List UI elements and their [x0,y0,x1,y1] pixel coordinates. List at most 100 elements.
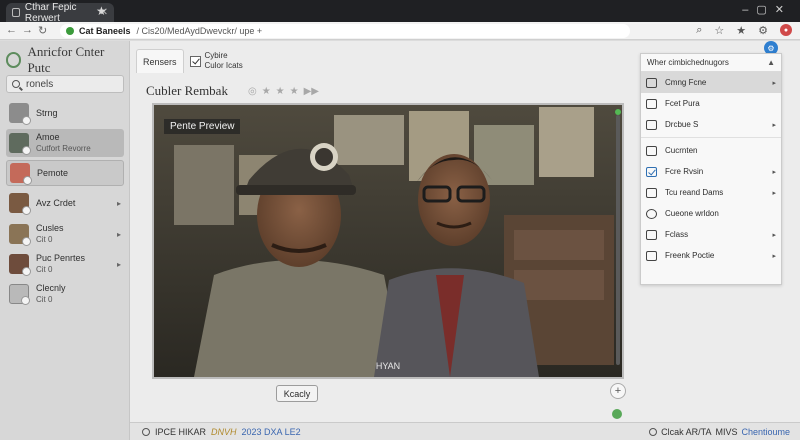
chevron-right-icon: ▸ [772,168,776,176]
url-host: Cat Baneels [79,26,131,36]
star-icon[interactable]: ★ [290,86,299,97]
status-indicator-icon [612,409,622,419]
image-icon [646,98,657,109]
forward-icon[interactable]: ▶▶ [304,86,319,97]
search-icon[interactable]: ⌕ [696,24,702,37]
chevron-right-icon: ▸ [772,121,776,129]
person-thumb [9,133,31,155]
sidebar-item-avz-crdet[interactable]: Avz Crdet ▸ [6,191,124,215]
content-tabs: Rensers Cybire Culor Icats [136,45,249,73]
url-path: / Cis20/MedAydDwevckr/ upe + [136,26,263,36]
sidebar-item-label: Avz Crdet [36,197,76,208]
sidebar-item-amoe[interactable]: Amoe Cutfort Revorre [6,129,124,157]
app-window: Anricfor Cnter Putc ronels Strng Amoe Cu… [0,41,800,440]
sidebar-item-label: Strng [36,107,58,118]
back-icon[interactable]: ← [6,24,17,36]
person-thumb [9,224,31,246]
menu-item-label: Tcu reand Dams [665,188,724,197]
cursor-icon [646,77,657,88]
brand: Anricfor Cnter Putc [6,44,126,75]
sidebar-item-pemote[interactable]: Pemote [6,160,124,186]
address-toolbar: ← → ↻ Cat Baneels / Cis20/MedAydDwevckr/… [0,22,800,40]
chevron-right-icon: ▸ [116,198,121,208]
sidebar-item-label: Amoe [36,132,60,142]
menu-item-freenk-poctie[interactable]: Freenk Poctie ▸ [641,245,781,266]
clock-icon [9,103,31,125]
chevron-up-icon[interactable]: ▲ [767,58,775,67]
tab-label: Cybire [204,51,228,60]
extensions-icon[interactable]: ⚙ [758,24,768,37]
bookmark-star-icon[interactable]: ☆ [714,24,724,37]
sidebar-item-clecnly[interactable]: Clecnly Cit 0 [6,281,124,307]
layers-icon [646,187,657,198]
globe-icon [646,208,657,219]
preview-scrollbar[interactable] [615,109,621,365]
menu-separator [641,137,781,138]
tab-cybire[interactable]: Cybire Culor Icats [184,49,249,73]
menu-item-drcbue[interactable]: Drcbue S ▸ [641,114,781,135]
sidebar-item-sub: Cit 0 [36,265,53,274]
sidebar-item-sub: Cit 0 [36,295,53,304]
rating-stars[interactable]: ◎ ★ ★ ★ ▶▶ [248,86,319,97]
chevron-right-icon: ▸ [772,79,776,87]
tab-label: Rensers [143,56,177,67]
menu-item-fcet-pura[interactable]: Fcet Pura [641,93,781,114]
chevron-right-icon: ▸ [772,189,776,197]
sidebar-item-strng[interactable]: Strng [6,101,124,125]
search-input[interactable]: ronels [6,75,124,93]
brand-name: Anricfor Cnter Putc [27,44,105,75]
zoom-in-button[interactable]: + [610,383,626,399]
calendar-icon [646,145,657,156]
reload-icon[interactable]: ↻ [38,24,47,37]
tab-rensers[interactable]: Rensers [136,49,184,73]
ready-button[interactable]: Kcacly [276,385,318,402]
sidebar: Anricfor Cnter Putc ronels Strng Amoe Cu… [0,41,130,440]
checkbox-icon[interactable] [189,55,201,67]
search-icon [12,80,20,88]
menu-item-cueone-wrldon[interactable]: Cueone wrldon [641,203,781,224]
star-icon[interactable]: ◎ [248,86,257,97]
menu-item-label: Cucrnten [665,146,698,155]
profile-avatar[interactable]: ● [780,24,792,36]
star-icon[interactable]: ★ [736,24,746,37]
search-value: ronels [26,78,54,90]
status-left-a: IPCE HIKAR [155,426,207,437]
sidebar-item-label: Pemote [37,167,69,178]
browser-tools: ⌕ ☆ ★ ⚙ ● [696,24,792,37]
browser-tabbar: Cthar Fepic Rerwert ✕ ★ –▢✕ [0,0,800,24]
chevron-right-icon: ▸ [116,259,121,269]
secure-icon [66,27,74,35]
new-tab-icon[interactable]: ★ [96,4,107,18]
sidebar-item-label: Clecnly [36,283,66,293]
gear-icon[interactable] [142,427,150,436]
status-left-c: 2023 DXA LE2 [241,426,301,437]
person-thumb [9,254,31,276]
menu-item-cucrnten[interactable]: Cucrnten [641,140,781,161]
menu-item-label: Fclass [665,230,689,239]
window-controls[interactable]: –▢✕ [742,3,792,16]
favicon-icon [12,8,20,17]
sidebar-item-cusles[interactable]: Cusles Cit 0 ▸ [6,221,124,247]
star-icon[interactable]: ★ [262,86,271,97]
sidebar-item-puc-penrtes[interactable]: Puc Penrtes Cit 0 ▸ [6,251,124,277]
menu-item-label: Freenk Poctie [665,251,715,260]
star-icon[interactable]: ★ [276,86,285,97]
menu-item-label: Cueone wrldon [665,209,719,218]
menu-item-tcu-reand-dams[interactable]: Tcu reand Dams ▸ [641,182,781,203]
sidebar-item-label: Cusles [36,223,64,233]
image-preview[interactable]: Pente Preview HYAN [152,103,624,379]
status-right-c[interactable]: Chentioume [741,427,790,437]
trophy-icon [646,119,657,130]
status-right-b: MIVS [715,426,738,437]
menu-item-cmng-fcne[interactable]: Cmng Fcne ▸ [641,72,781,93]
forward-icon[interactable]: → [22,24,33,36]
menu-item-label: Fcet Pura [665,99,700,108]
menu-item-fclass[interactable]: Fclass ▸ [641,224,781,245]
status-bar: IPCE HIKAR DNVH 2023 DXA LE2 Clcak AR/TA… [130,422,800,440]
person-thumb [9,193,31,215]
menu-item-fcre-rvsin[interactable]: Fcre Rvsin ▸ [641,161,781,182]
tab-sublabel: Culor Icats [204,61,243,70]
url-bar[interactable]: Cat Baneels / Cis20/MedAydDwevckr/ upe + [60,24,630,38]
menu-header: Wher cimbichednugors ▲ [641,54,781,72]
checkbox-checked-icon[interactable] [646,166,657,177]
